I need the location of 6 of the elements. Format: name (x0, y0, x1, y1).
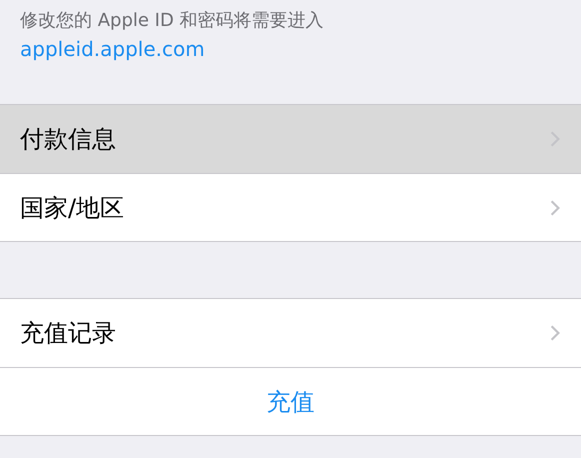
list-item[interactable]: 国家/地区 (0, 173, 581, 241)
list-item[interactable]: 付款信息 (0, 105, 581, 173)
chevron-icon (549, 324, 561, 342)
footer-note: 修改您的 Apple ID 和密码将需要进入 (20, 9, 325, 33)
list-item[interactable]: 充值记录 (0, 299, 581, 367)
chevron-icon (549, 198, 561, 216)
